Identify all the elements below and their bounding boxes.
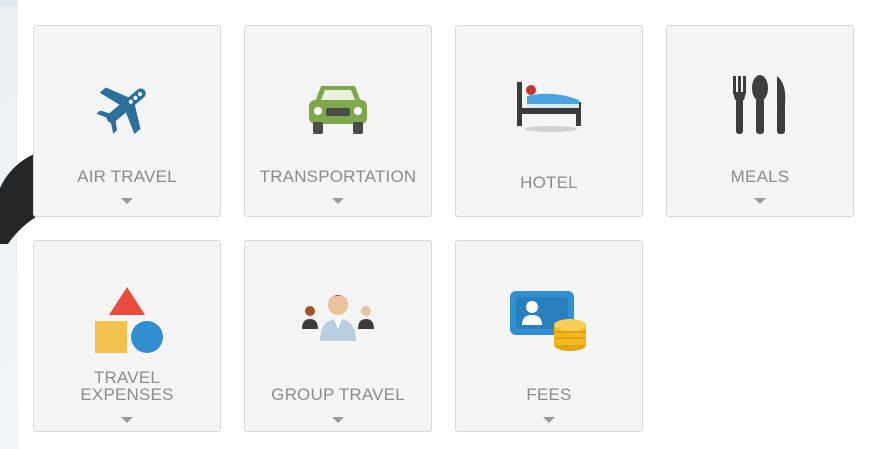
tile-label: AIR TRAVEL (77, 167, 177, 186)
chevron-down-icon[interactable] (121, 417, 133, 423)
tile-label: FEES (526, 385, 572, 404)
car-icon (245, 70, 431, 140)
shapes-icon (34, 283, 220, 359)
chevron-down-icon[interactable] (332, 417, 344, 423)
tile-label: TRANSPORTATION (259, 167, 417, 186)
chevron-down-icon[interactable] (754, 198, 766, 204)
tile-meals[interactable]: MEALS (666, 25, 854, 217)
airplane-icon (34, 70, 220, 140)
tile-hotel[interactable]: HOTEL (455, 25, 643, 217)
tile-label: GROUP TRAVEL (271, 385, 405, 404)
tile-travel-expenses[interactable]: TRAVEL EXPENSES (33, 240, 221, 432)
tile-label: HOTEL (520, 173, 578, 192)
tile-label: MEALS (730, 167, 790, 186)
group-people-icon (245, 289, 431, 349)
tile-label-line1: TRAVEL (93, 368, 161, 387)
tile-air-travel[interactable]: AIR TRAVEL (33, 25, 221, 217)
chevron-down-icon[interactable] (332, 198, 344, 204)
tile-label-line2: EXPENSES (80, 385, 174, 404)
tile-group-travel[interactable]: GROUP TRAVEL (244, 240, 432, 432)
chevron-down-icon[interactable] (543, 417, 555, 423)
fork-knife-spoon-icon (667, 70, 853, 140)
tile-fees[interactable]: FEES (455, 240, 643, 432)
hotel-bed-icon (456, 72, 642, 138)
chevron-down-icon[interactable] (121, 198, 133, 204)
id-card-coins-icon (456, 287, 642, 355)
tile-transportation[interactable]: TRANSPORTATION (244, 25, 432, 217)
